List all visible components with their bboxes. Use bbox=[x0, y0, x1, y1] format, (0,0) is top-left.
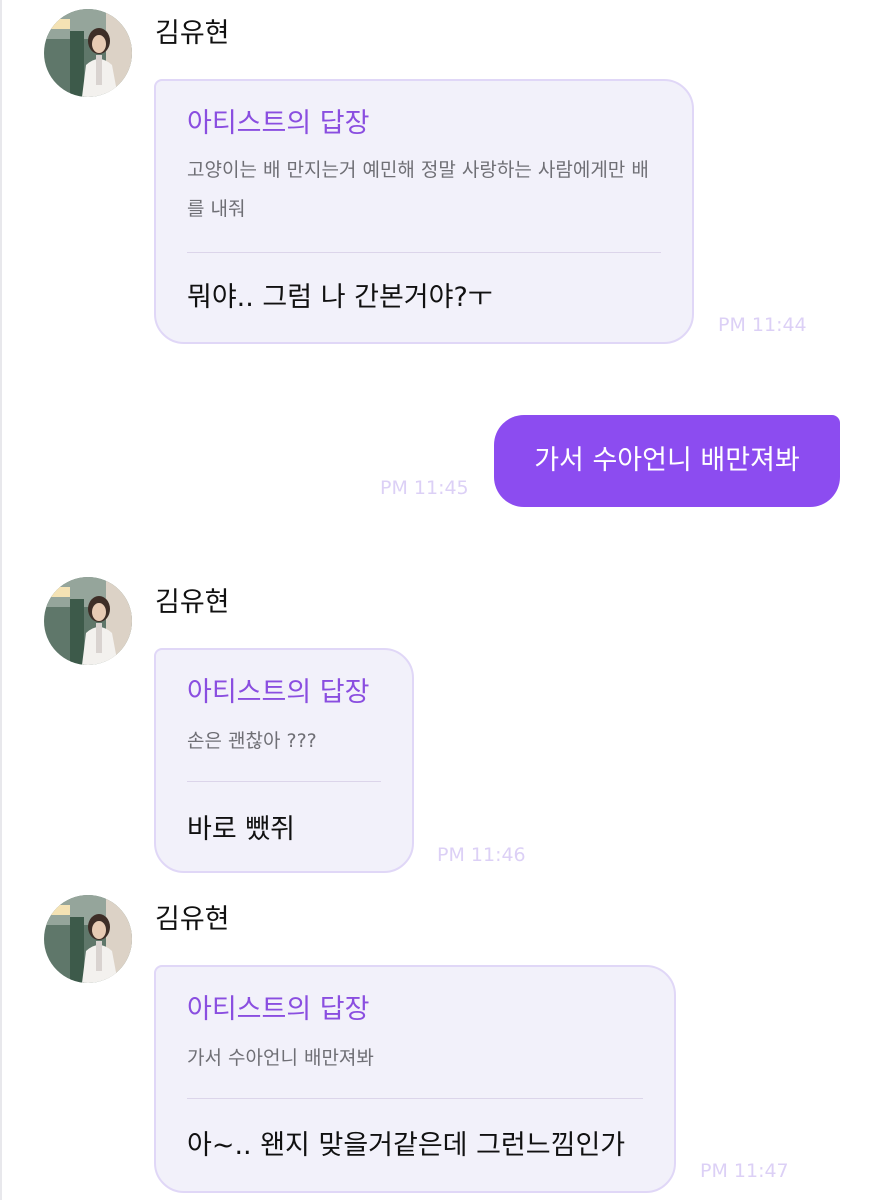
quoted-message: 가서 수아언니 배만져봐 bbox=[187, 1047, 374, 1069]
reply-label: 아티스트의 답장 bbox=[187, 994, 370, 1025]
sender-avatar[interactable] bbox=[44, 895, 132, 983]
divider bbox=[187, 1098, 643, 1099]
artist-reply-card[interactable]: 아티스트의 답장 가서 수아언니 배만져봐 아~.. 왠지 맞을거같은데 그런느… bbox=[154, 965, 676, 1193]
answer-text: 아~.. 왠지 맞을거같은데 그런느낌인가 bbox=[187, 1130, 626, 1161]
incoming-message-3: 김유현 아티스트의 답장 가서 수아언니 배만져봐 아~.. 왠지 맞을거같은데… bbox=[0, 0, 884, 1200]
sender-name: 김유현 bbox=[155, 904, 230, 935]
message-time: PM 11:47 bbox=[700, 1160, 789, 1182]
